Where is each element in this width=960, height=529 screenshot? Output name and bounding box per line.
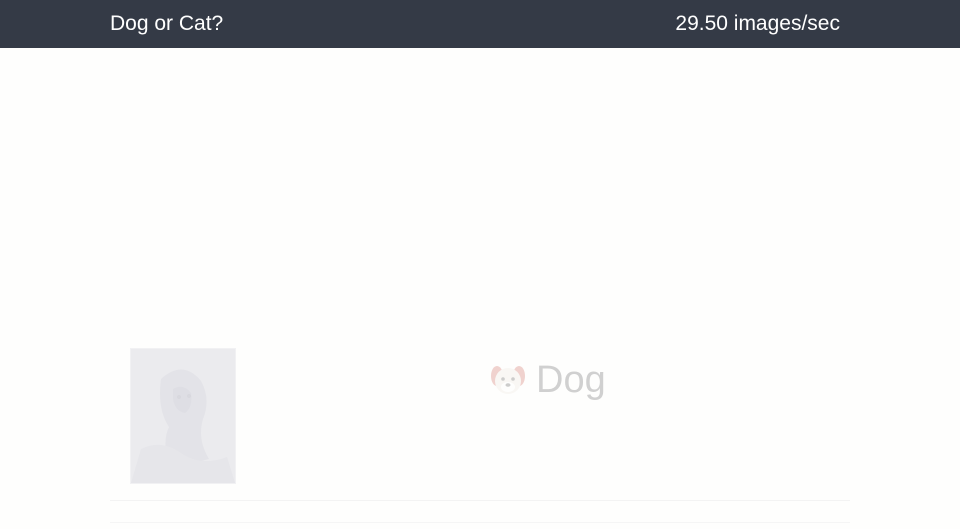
- divider: [110, 522, 850, 523]
- dog-face-icon: [488, 360, 528, 400]
- top-bar: Dog or Cat? 29.50 images/sec: [0, 0, 960, 48]
- main-content: Dog: [0, 48, 960, 529]
- app-title: Dog or Cat?: [110, 12, 224, 35]
- pet-image-thumbnail: [130, 348, 236, 484]
- prediction-label: Dog: [536, 359, 606, 401]
- result-card: Dog: [110, 344, 850, 501]
- prediction: Dog: [488, 360, 606, 400]
- throughput-readout: 29.50 images/sec: [675, 12, 840, 35]
